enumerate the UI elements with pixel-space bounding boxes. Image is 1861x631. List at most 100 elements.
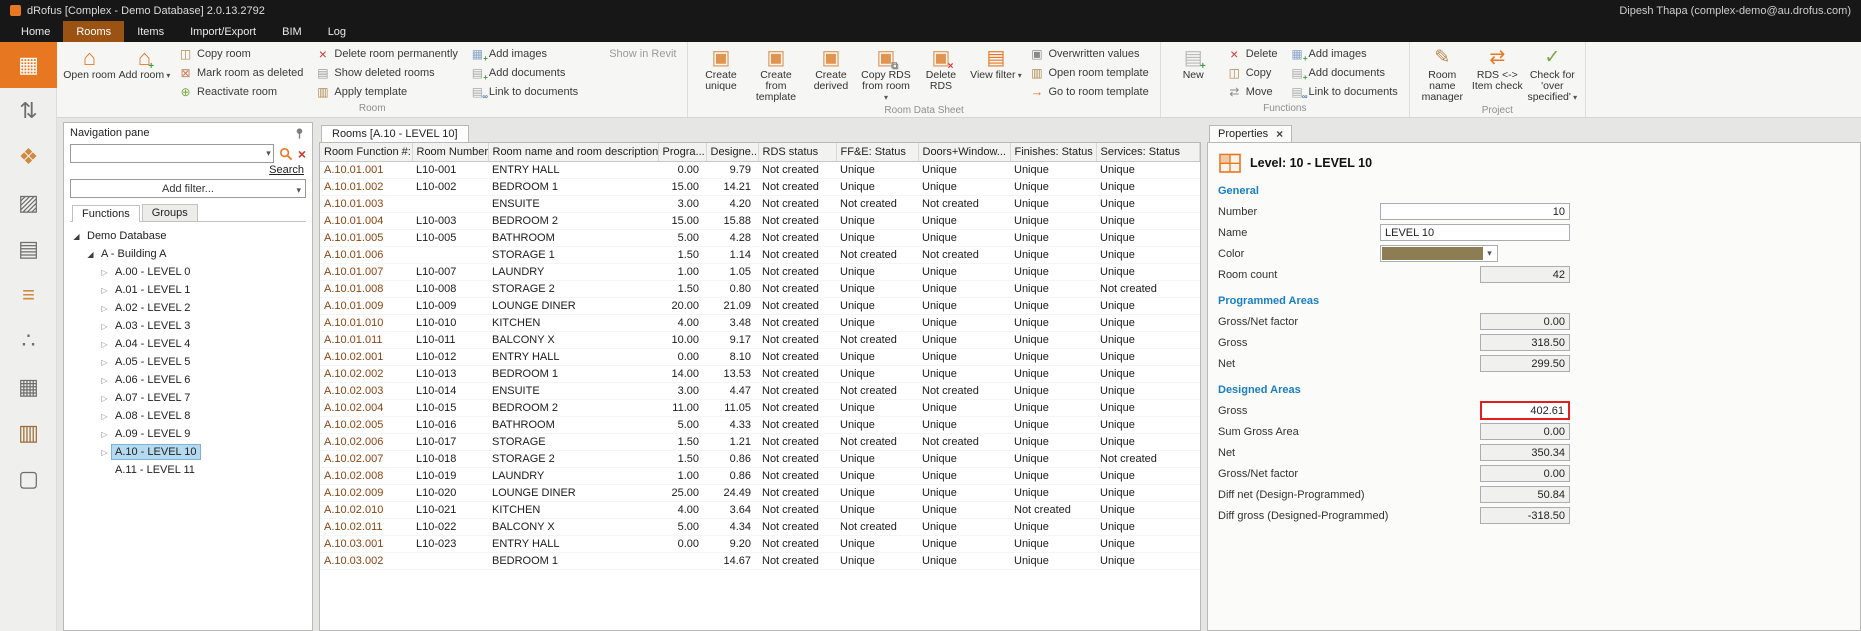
tree-collapsed-arrow-icon[interactable]: ▷ [98, 448, 111, 457]
show-in-revit-button[interactable]: Show in Revit [587, 44, 679, 63]
tree-expanded-arrow-icon[interactable]: ◢ [84, 250, 97, 259]
menu-tab-rooms[interactable]: Rooms [63, 21, 124, 42]
tree-collapsed-arrow-icon[interactable]: ▷ [98, 376, 111, 385]
table-row[interactable]: A.10.01.006STORAGE 11.501.14Not createdN… [320, 246, 1200, 263]
table-row[interactable]: A.10.01.011L10-011BALCONY X10.009.17Not … [320, 331, 1200, 348]
table-row[interactable]: A.10.02.001L10-012ENTRY HALL0.008.10Not … [320, 348, 1200, 365]
table-row[interactable]: A.10.01.008L10-008STORAGE 21.500.80Not c… [320, 280, 1200, 297]
open-room-template-button[interactable]: ▥Open room template [1026, 63, 1151, 82]
create-unique-button[interactable]: ▣Create unique [693, 43, 748, 94]
table-row[interactable]: A.10.02.011L10-022BALCONY X5.004.34Not c… [320, 518, 1200, 535]
delete-rds-button[interactable]: ▣×Delete RDS [913, 43, 968, 94]
menu-tab-home[interactable]: Home [8, 21, 63, 42]
table-row[interactable]: A.10.01.009L10-009LOUNGE DINER20.0021.09… [320, 297, 1200, 314]
tab-properties[interactable]: Properties × [1209, 125, 1292, 142]
clear-search-icon[interactable]: × [298, 147, 306, 161]
column-header-rds-status[interactable]: RDS status [758, 143, 836, 161]
tab-rooms-level-10[interactable]: Rooms [A.10 - LEVEL 10] [321, 125, 469, 142]
column-header-designe[interactable]: Designe... [706, 143, 758, 161]
table-row[interactable]: A.10.01.005L10-005BATHROOM5.004.28Not cr… [320, 229, 1200, 246]
input-name[interactable]: LEVEL 10 [1380, 224, 1570, 241]
sidebar-books-icon[interactable]: ▥ [0, 410, 57, 456]
table-row[interactable]: A.10.01.001L10-001ENTRY HALL0.009.79Not … [320, 161, 1200, 178]
link-to-documents-button[interactable]: ▤∞Link to documents [467, 82, 581, 101]
table-row[interactable]: A.10.01.007L10-007LAUNDRY1.001.05Not cre… [320, 263, 1200, 280]
table-row[interactable]: A.10.02.003L10-014ENSUITE3.004.47Not cre… [320, 382, 1200, 399]
menu-tab-bim[interactable]: BIM [269, 21, 315, 42]
apply-template-button[interactable]: ▥Apply template [312, 82, 461, 101]
add-documents-button[interactable]: ▤+Add documents [467, 63, 581, 82]
new-button[interactable]: ▤+New [1166, 43, 1221, 83]
menu-tab-import-export[interactable]: Import/Export [177, 21, 269, 42]
search-icon[interactable] [279, 147, 293, 161]
tree-item-a-01-level-1[interactable]: ▷A.01 - LEVEL 1 [64, 281, 312, 299]
tree-collapsed-arrow-icon[interactable]: ▷ [98, 304, 111, 313]
tree-item-a-06-level-6[interactable]: ▷A.06 - LEVEL 6 [64, 371, 312, 389]
link-to-documents-button[interactable]: ▤∞Link to documents [1287, 82, 1401, 101]
sidebar-hierarchy-icon[interactable]: ⇅ [0, 88, 57, 134]
tree-collapsed-arrow-icon[interactable]: ▷ [98, 394, 111, 403]
pin-icon[interactable] [293, 127, 306, 140]
table-row[interactable]: A.10.03.001L10-023ENTRY HALL0.009.20Not … [320, 535, 1200, 552]
add-images-button[interactable]: ▦+Add images [467, 44, 581, 63]
copy-rds-from-room-button[interactable]: ▣⧉Copy RDS from room ▾ [858, 43, 913, 105]
mark-room-as-deleted-button[interactable]: ⊠Mark room as deleted [175, 63, 306, 82]
tree-collapsed-arrow-icon[interactable]: ▷ [98, 286, 111, 295]
tree-collapsed-arrow-icon[interactable]: ▷ [98, 268, 111, 277]
column-header-doors-window[interactable]: Doors+Window... [918, 143, 1010, 161]
table-row[interactable]: A.10.02.008L10-019LAUNDRY1.000.86Not cre… [320, 467, 1200, 484]
sidebar-page-icon[interactable]: ▢ [0, 456, 57, 502]
table-row[interactable]: A.10.01.004L10-003BEDROOM 215.0015.88Not… [320, 212, 1200, 229]
table-row[interactable]: A.10.01.003ENSUITE3.004.20Not createdNot… [320, 195, 1200, 212]
nav-tab-functions[interactable]: Functions [72, 205, 140, 222]
menu-tab-items[interactable]: Items [124, 21, 177, 42]
reactivate-room-button[interactable]: ⊕Reactivate room [175, 82, 306, 101]
table-row[interactable]: A.10.02.009L10-020LOUNGE DINER25.0024.49… [320, 484, 1200, 501]
delete-room-permanently-button[interactable]: ×Delete room permanently [312, 44, 461, 63]
create-from-template-button[interactable]: ▣Create from template [748, 43, 803, 105]
column-header-finishes-status[interactable]: Finishes: Status [1010, 143, 1096, 161]
sidebar-clipboard-icon[interactable]: ▤ [0, 226, 57, 272]
overwritten-values-button[interactable]: ▣Overwritten values [1026, 44, 1151, 63]
tree-item-demo-database[interactable]: ◢Demo Database [64, 227, 312, 245]
go-to-room-template-button[interactable]: →Go to room template [1026, 82, 1151, 101]
open-room-button[interactable]: ⌂Open room [62, 43, 117, 83]
column-header-room-function[interactable]: Room Function #: [320, 143, 412, 161]
table-row[interactable]: A.10.02.004L10-015BEDROOM 211.0011.05Not… [320, 399, 1200, 416]
column-header-progra[interactable]: Progra... [658, 143, 706, 161]
search-input[interactable]: ▾ [70, 144, 274, 163]
column-header-room-number[interactable]: Room Number [412, 143, 488, 161]
delete-button[interactable]: ×Delete [1224, 44, 1281, 63]
sidebar-building-icon[interactable]: ▦ [0, 364, 57, 410]
move-button[interactable]: ⇄Move [1224, 82, 1281, 101]
table-row[interactable]: A.10.02.005L10-016BATHROOM5.004.33Not cr… [320, 416, 1200, 433]
close-icon[interactable]: × [1276, 128, 1283, 140]
tree-item-a-04-level-4[interactable]: ▷A.04 - LEVEL 4 [64, 335, 312, 353]
table-row[interactable]: A.10.02.002L10-013BEDROOM 114.0013.53Not… [320, 365, 1200, 382]
copy-button[interactable]: ◫Copy [1224, 63, 1281, 82]
tree-item-a-03-level-3[interactable]: ▷A.03 - LEVEL 3 [64, 317, 312, 335]
chevron-down-icon[interactable]: ▾ [1483, 248, 1496, 259]
sidebar-network-icon[interactable]: ∴ [0, 318, 57, 364]
table-row[interactable]: A.10.01.010L10-010KITCHEN4.003.48Not cre… [320, 314, 1200, 331]
table-row[interactable]: A.10.03.002BEDROOM 114.67Not createdUniq… [320, 552, 1200, 569]
check-for-over-specified-button[interactable]: ✓Check for 'over specified' ▾ [1525, 43, 1580, 105]
copy-room-button[interactable]: ◫Copy room [175, 44, 306, 63]
column-header-services-status[interactable]: Services: Status [1096, 143, 1200, 161]
add-filter-dropdown[interactable]: Add filter... ▾ [70, 179, 306, 198]
column-header-room-name-and-room-description[interactable]: Room name and room description [488, 143, 658, 161]
tree-collapsed-arrow-icon[interactable]: ▷ [98, 412, 111, 421]
sidebar-cubes-icon[interactable]: ▨ [0, 180, 57, 226]
tree-item-a-building-a[interactable]: ◢A - Building A [64, 245, 312, 263]
room-name-manager-button[interactable]: ✎Room name manager [1415, 43, 1470, 105]
add-images-button[interactable]: ▦+Add images [1287, 44, 1401, 63]
add-documents-button[interactable]: ▤+Add documents [1287, 63, 1401, 82]
tree-item-a-02-level-2[interactable]: ▷A.02 - LEVEL 2 [64, 299, 312, 317]
table-row[interactable]: A.10.02.007L10-018STORAGE 21.500.86Not c… [320, 450, 1200, 467]
sidebar-rooms-icon[interactable]: ▦ [0, 42, 57, 88]
sidebar-stack-icon[interactable]: ≡ [0, 272, 57, 318]
tree-item-a-09-level-9[interactable]: ▷A.09 - LEVEL 9 [64, 425, 312, 443]
tree-item-a-11-level-11[interactable]: A.11 - LEVEL 11 [64, 461, 312, 479]
input-number[interactable]: 10 [1380, 203, 1570, 220]
show-deleted-rooms-button[interactable]: ▤Show deleted rooms [312, 63, 461, 82]
